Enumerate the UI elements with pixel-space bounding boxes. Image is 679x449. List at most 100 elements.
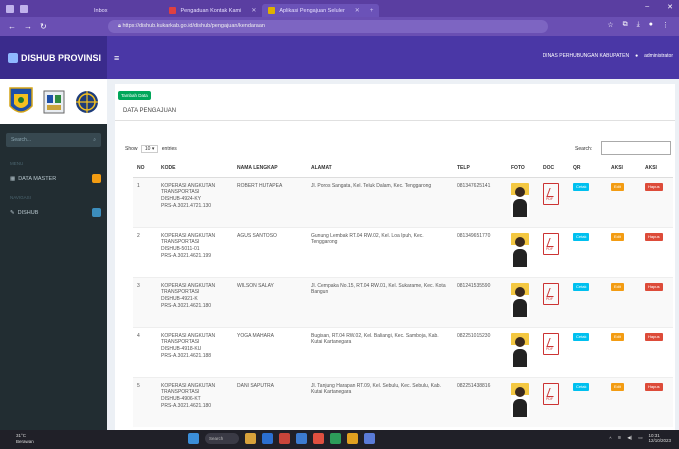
edit-button[interactable]: Edit xyxy=(611,182,624,191)
print-qr-button[interactable]: Cetak xyxy=(573,282,590,291)
browser-tab[interactable]: Inbox xyxy=(88,4,113,17)
minimize-icon[interactable]: – xyxy=(645,3,649,11)
taskbar-apps: Search xyxy=(188,433,375,444)
print-qr-button[interactable]: Cetak xyxy=(573,332,590,341)
app-icon[interactable] xyxy=(296,433,307,444)
table-row: 4 KOPERASI ANGKUTAN TRANSPORTASI DISHUB-491… xyxy=(133,326,673,377)
edit-button[interactable]: Edit xyxy=(611,382,624,391)
cell-foto xyxy=(507,226,539,277)
column-header[interactable]: FOTO xyxy=(507,160,539,178)
browser-menu-icon[interactable] xyxy=(6,4,14,13)
app-icon[interactable] xyxy=(330,433,341,444)
browser-address-bar: ← → ↻ 🔒︎ https://dishub.kukarkab.go.id/d… xyxy=(0,17,679,36)
kode-line: DISHUB-4921-K xyxy=(161,296,198,302)
new-tab-icon[interactable]: + xyxy=(370,8,374,14)
cell-kode: KOPERASI ANGKUTAN TRANSPORTASI DISHUB-4906… xyxy=(157,376,233,427)
table-search-input[interactable] xyxy=(601,141,671,155)
volume-icon[interactable]: ◀) xyxy=(627,435,632,441)
forward-icon[interactable]: → xyxy=(24,22,32,31)
column-header[interactable]: NAMA LENGKAP xyxy=(233,160,307,178)
profile-icon[interactable]: ● xyxy=(649,21,653,29)
app-icon[interactable] xyxy=(279,433,290,444)
pdf-document-icon[interactable]: PDF xyxy=(543,282,559,305)
close-window-icon[interactable]: ✕ xyxy=(667,3,673,11)
wifi-icon[interactable]: ≋ xyxy=(617,435,621,441)
cell-alamat: Gunung Lembak RT.04 RW.02, Kel. Loa Ipuh… xyxy=(307,226,453,277)
column-header[interactable]: DOC xyxy=(539,160,569,178)
reload-icon[interactable]: ↻ xyxy=(40,22,47,31)
print-qr-button[interactable]: Cetak xyxy=(573,382,590,391)
edit-button[interactable]: Edit xyxy=(611,332,624,341)
bookmark-star-icon[interactable]: ☆ xyxy=(607,21,613,29)
person-photo[interactable] xyxy=(511,332,529,367)
cell-foto xyxy=(507,276,539,327)
browser-tab[interactable]: Pengaduan Kontak Kami ✕ xyxy=(163,4,262,17)
clock[interactable]: 10:31 12/10/2023 xyxy=(648,433,671,444)
browser-tab-active[interactable]: Aplikasi Pengajuan Seluler ✕ + xyxy=(262,4,380,17)
sidebar-item-dishub[interactable]: ✎ DISHUB xyxy=(0,204,107,221)
chevron-up-icon[interactable]: ^ xyxy=(609,436,611,441)
edit-button[interactable]: Edit xyxy=(611,282,624,291)
add-data-button[interactable]: Tambah Data xyxy=(118,91,151,100)
regency-emblem-logo xyxy=(8,86,33,113)
weather-widget[interactable]: 31°C Berawan xyxy=(16,433,34,445)
os-taskbar: 31°C Berawan Search ^ ≋ ◀) ▭ 10:31 12/10… xyxy=(0,430,679,449)
pencil-icon: ✎ xyxy=(10,209,15,216)
downloads-icon[interactable]: ⤓ xyxy=(637,21,640,29)
print-qr-button[interactable]: Cetak xyxy=(573,232,590,241)
user-name: administrator xyxy=(644,53,673,59)
tab-title: Inbox xyxy=(94,7,108,14)
kode-line: DISHUB-4918-KU xyxy=(161,346,202,352)
search-icon[interactable]: ⌕ xyxy=(93,137,96,143)
pdf-document-icon[interactable]: PDF xyxy=(543,382,559,405)
browser-workspace-icon[interactable] xyxy=(20,4,28,13)
close-tab-icon[interactable]: ✕ xyxy=(355,7,360,14)
entries-select[interactable]: 10 ▾ xyxy=(140,145,159,153)
column-header[interactable]: KODE xyxy=(157,160,233,178)
sidebar-toggle-icon[interactable]: ≡ xyxy=(114,53,119,63)
person-photo[interactable] xyxy=(511,182,529,217)
pdf-document-icon[interactable]: PDF xyxy=(543,182,559,205)
app-icon[interactable] xyxy=(347,433,358,444)
sidebar-search-input[interactable]: Search... ⌕ xyxy=(6,133,101,147)
url-input[interactable]: 🔒︎ https://dishub.kukarkab.go.id/dishub/… xyxy=(108,20,548,33)
pdf-label: PDF xyxy=(546,296,553,301)
print-qr-button[interactable]: Cetak xyxy=(573,182,590,191)
extensions-icon[interactable]: ⧉ xyxy=(623,21,628,29)
edit-button[interactable]: Edit xyxy=(611,232,624,241)
close-tab-icon[interactable]: ✕ xyxy=(251,7,256,14)
battery-icon[interactable]: ▭ xyxy=(638,435,642,441)
column-header[interactable]: AKSI xyxy=(641,160,673,178)
taskbar-search[interactable]: Search xyxy=(205,433,239,444)
app-icon[interactable] xyxy=(313,433,324,444)
menu-dots-icon[interactable]: ⋮ xyxy=(662,21,669,29)
sidebar-item-data-master[interactable]: ▦ DATA MASTER xyxy=(0,170,107,187)
person-photo[interactable] xyxy=(511,382,529,417)
back-icon[interactable]: ← xyxy=(8,22,16,31)
user-menu[interactable]: DINAS PERHUBUNGAN KABUPATEN ● administra… xyxy=(543,53,673,59)
column-header[interactable]: ALAMAT xyxy=(307,160,453,178)
cell-alamat: Jl. Tanjung Harapan RT.09, Kel. Sebulu, … xyxy=(307,376,453,427)
cell-edit: Edit xyxy=(607,376,641,427)
kode-line: KOPERASI ANGKUTAN xyxy=(161,232,216,239)
delete-button[interactable]: Hapus xyxy=(645,282,663,291)
pdf-label: PDF xyxy=(546,246,553,251)
file-explorer-icon[interactable] xyxy=(245,433,256,444)
delete-button[interactable]: Hapus xyxy=(645,182,663,191)
pdf-document-icon[interactable]: PDF xyxy=(543,232,559,255)
column-header[interactable]: QR xyxy=(569,160,607,178)
start-icon[interactable] xyxy=(188,433,199,444)
cell-foto xyxy=(507,176,539,227)
column-header[interactable]: NO xyxy=(133,160,157,178)
delete-button[interactable]: Hapus xyxy=(645,332,663,341)
browser-icon[interactable] xyxy=(262,433,273,444)
column-header[interactable]: TELP xyxy=(453,160,507,178)
person-photo[interactable] xyxy=(511,282,529,317)
app-brand[interactable]: DISHUB PROVINSI xyxy=(0,36,107,79)
person-photo[interactable] xyxy=(511,232,529,267)
pdf-document-icon[interactable]: PDF xyxy=(543,332,559,355)
delete-button[interactable]: Hapus xyxy=(645,232,663,241)
column-header[interactable]: AKSI xyxy=(607,160,641,178)
app-icon[interactable] xyxy=(364,433,375,444)
delete-button[interactable]: Hapus xyxy=(645,382,663,391)
